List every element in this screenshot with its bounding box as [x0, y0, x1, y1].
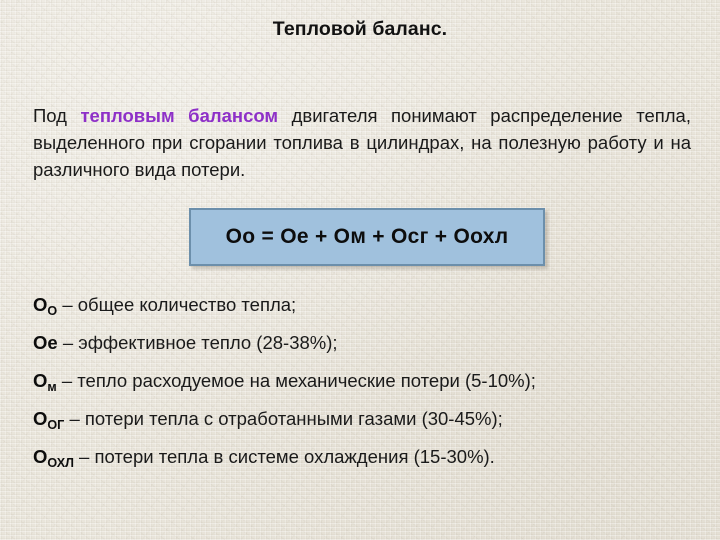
- legend-symbol-base: О: [33, 370, 48, 391]
- list-item: Ое – эффективное тепло (28-38%);: [33, 325, 703, 363]
- legend-description: потери тепла с отработанными газами (30-…: [84, 408, 503, 429]
- legend-dash: –: [73, 446, 95, 467]
- page-title: Тепловой баланс.: [272, 18, 448, 40]
- legend-description: эффективное тепло (28-38%);: [78, 332, 338, 353]
- legend-symbol: ООГ: [33, 408, 65, 433]
- legend-symbol-subscript: м: [47, 380, 57, 395]
- intro-accent-term: тепловым балансом: [80, 104, 279, 126]
- legend-symbol-base: О: [33, 294, 48, 315]
- legend-symbol-base: О: [33, 408, 48, 429]
- legend-symbol-subscript: ОХЛ: [47, 456, 74, 471]
- legend-symbol: ООХЛ: [33, 446, 74, 471]
- intro-paragraph: Под тепловым балансом двигателя понимают…: [33, 102, 691, 183]
- legend-symbol: Ое: [33, 332, 58, 353]
- legend-symbol-base: О: [33, 446, 48, 467]
- slide-canvas: Тепловой баланс. Под тепловым балансом д…: [0, 0, 720, 540]
- formula-equation: Оо = Ое + Ом + Осг + Оохл: [225, 225, 509, 248]
- legend-symbol-subscript: О: [47, 304, 58, 319]
- list-item: Ом – тепло расходуемое на механические п…: [33, 363, 703, 401]
- legend-dash: –: [57, 332, 79, 353]
- legend-symbol: ОО: [33, 294, 58, 319]
- legend-description: общее количество тепла;: [77, 294, 297, 315]
- legend-symbol-base: Ое: [33, 332, 58, 353]
- list-item: ОО – общее количество тепла;: [33, 287, 703, 325]
- legend-description: тепло расходуемое на механические потери…: [77, 370, 536, 391]
- formula-box: Оо = Ое + Ом + Осг + Оохл: [189, 208, 545, 266]
- legend-dash: –: [57, 294, 78, 315]
- legend-dash: –: [56, 370, 78, 391]
- legend-description: потери тепла в системе охлаждения (15-30…: [94, 446, 495, 467]
- list-item: ООХЛ – потери тепла в системе охлаждения…: [33, 439, 703, 477]
- legend-dash: –: [64, 408, 85, 429]
- legend-symbol: Ом: [33, 370, 57, 395]
- list-item: ООГ – потери тепла с отработанными газам…: [33, 401, 703, 439]
- intro-text-before: Под: [33, 104, 81, 126]
- legend-list: ОО – общее количество тепла; Ое – эффект…: [33, 287, 703, 477]
- legend-symbol-subscript: ОГ: [47, 418, 65, 433]
